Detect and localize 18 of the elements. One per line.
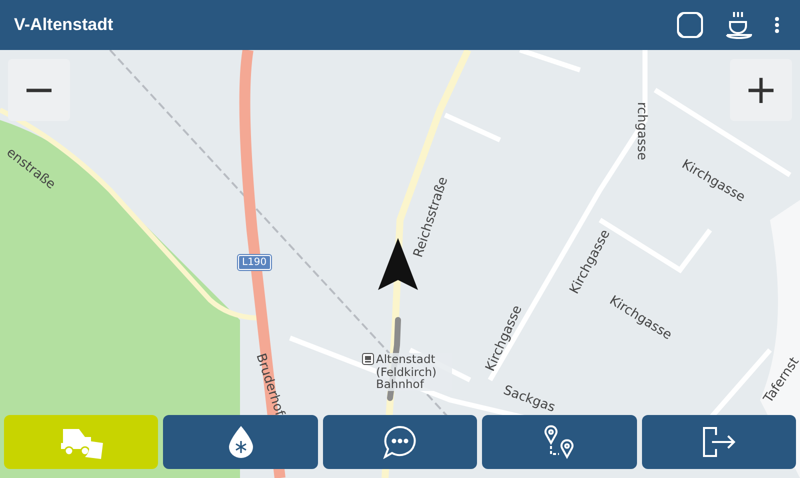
train-station-icon bbox=[362, 353, 374, 365]
route-button[interactable] bbox=[482, 415, 637, 469]
chat-bubble-icon bbox=[383, 425, 418, 459]
zoom-in-button[interactable]: + bbox=[730, 59, 792, 121]
zoom-out-button[interactable]: − bbox=[8, 59, 70, 121]
snowflake-drop-icon bbox=[228, 426, 253, 458]
fullscreen-icon[interactable] bbox=[676, 11, 704, 39]
street-label: rchgasse bbox=[635, 102, 648, 160]
station-label: Altenstadt (Feldkirch) Bahnhof bbox=[376, 353, 452, 391]
salt-button[interactable] bbox=[163, 415, 318, 469]
route-pins-icon bbox=[544, 425, 574, 459]
coffee-cup-icon[interactable] bbox=[726, 10, 752, 40]
header-title: V-Altenstadt bbox=[14, 15, 114, 35]
exit-icon bbox=[702, 426, 736, 458]
road-number-badge: L190 bbox=[238, 255, 271, 270]
exit-button[interactable] bbox=[642, 415, 796, 469]
chat-button[interactable] bbox=[322, 415, 478, 469]
more-menu-icon[interactable] bbox=[774, 16, 780, 34]
